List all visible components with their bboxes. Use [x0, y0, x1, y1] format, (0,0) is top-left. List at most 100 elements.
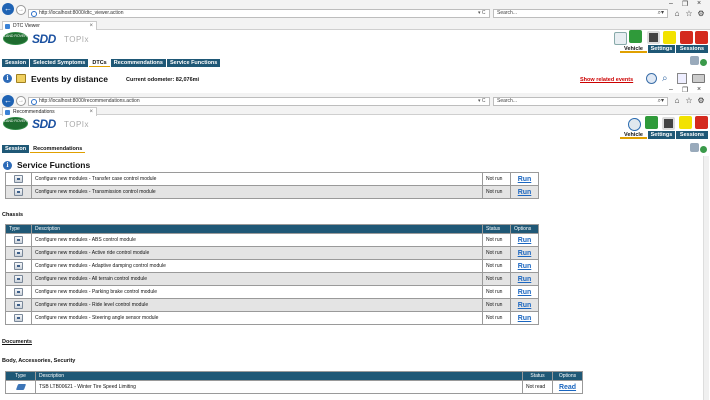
print-icon[interactable]	[690, 56, 699, 65]
info-icon: i	[3, 74, 12, 83]
inner-page-icon	[5, 110, 10, 115]
inner-favorites-icon[interactable]: ☆	[684, 96, 694, 105]
menu-session[interactable]: Session	[2, 59, 30, 67]
refresh-icon[interactable]: ▾ C	[478, 10, 486, 16]
inner-sessions-icon[interactable]	[695, 116, 708, 129]
inner-menu-bar: Session Recommendations	[2, 145, 86, 153]
menu-recommendations[interactable]: Recommendations	[110, 59, 166, 67]
outer-menu-bar: Session Selected Symptoms DTCs Recommend…	[2, 59, 221, 67]
inner-back-button[interactable]: ←	[2, 95, 14, 107]
run-button[interactable]: Run	[518, 250, 532, 257]
feed-icon[interactable]	[680, 31, 693, 44]
module-icon	[14, 188, 23, 196]
module-icon	[14, 262, 23, 270]
inner-home-icon[interactable]: ⌂	[672, 96, 682, 105]
search-magnifier-icon[interactable]: ⌕	[662, 73, 668, 84]
table-row: Configure new modules - Steering angle s…	[5, 311, 539, 325]
inner-land-rover-logo: LAND ROVER	[3, 117, 28, 130]
forward-button[interactable]: →	[16, 5, 26, 15]
inner-vehicle-button[interactable]: Vehicle	[620, 131, 647, 139]
module-icon	[14, 301, 23, 309]
inner-close-tab-icon[interactable]: ×	[89, 108, 93, 116]
close-tab-icon[interactable]: ×	[89, 22, 93, 30]
run-button[interactable]: Run	[518, 237, 532, 244]
folder-icon	[16, 74, 26, 83]
table-row: Configure new modules - All terrain cont…	[5, 272, 539, 286]
read-button[interactable]: Read	[559, 384, 576, 391]
inner-sessions-button[interactable]: Sessions	[676, 131, 708, 139]
sessions-button[interactable]: Sessions	[676, 45, 708, 53]
inner-notes-icon[interactable]	[679, 116, 692, 129]
module-icon	[14, 249, 23, 257]
inner-search-input[interactable]: Search... ⌕▾	[493, 97, 668, 106]
inner-restore-icon[interactable]: ❐	[680, 86, 690, 94]
favorites-icon[interactable]: ☆	[684, 9, 694, 18]
minimize-icon[interactable]: –	[666, 0, 676, 7]
run-button[interactable]: Run	[518, 302, 532, 309]
module-icon	[14, 275, 23, 283]
inner-tools-gear-icon[interactable]: ⚙	[696, 96, 706, 105]
list-icon[interactable]	[677, 73, 687, 84]
body-accessories-heading: Body, Accessories, Security	[2, 358, 76, 364]
run-button[interactable]: Run	[518, 315, 532, 322]
inner-window-close-icon[interactable]: ×	[694, 86, 704, 93]
table-row: Configure new modules - ABS control modu…	[5, 233, 539, 247]
restore-icon[interactable]: ❐	[680, 0, 690, 8]
inner-sdd-logo: SDD	[32, 117, 56, 131]
table-row: Configure new modules - Adaptive damping…	[5, 259, 539, 273]
odometer-text: Current odometer: 82,076mi	[126, 77, 200, 83]
search-icon[interactable]: ⌕▾	[658, 10, 664, 17]
inner-refresh-icon[interactable]: ▾ C	[478, 98, 486, 104]
calendar-icon[interactable]	[647, 31, 660, 44]
menu-dtcs[interactable]: DTCs	[89, 59, 110, 67]
help-icon[interactable]	[700, 59, 707, 66]
table-row: Configure new modules - Transmission con…	[5, 185, 539, 199]
run-button[interactable]: Run	[518, 276, 532, 283]
top-functions-table: Configure new modules - Transfer case co…	[5, 172, 539, 199]
back-button[interactable]: ←	[2, 3, 14, 15]
printer-icon[interactable]	[692, 74, 705, 83]
window-close-icon[interactable]: ×	[694, 0, 704, 7]
scrollbar[interactable]	[703, 156, 709, 400]
chassis-table: Type Description Status Options Configur…	[5, 224, 539, 325]
page-icon	[5, 24, 10, 29]
connection-icon[interactable]	[629, 30, 642, 43]
inner-topix-label: TOPIx	[64, 120, 90, 129]
vehicle-button[interactable]: Vehicle	[620, 45, 647, 53]
inner-forward-button[interactable]: →	[16, 96, 26, 106]
documents-heading: Documents	[2, 339, 32, 345]
inner-menu-session[interactable]: Session	[2, 145, 30, 153]
show-related-events-link[interactable]: Show related events	[580, 77, 633, 83]
inner-search-icon[interactable]: ⌕▾	[658, 98, 664, 105]
inner-tab[interactable]: Recommendations ×	[2, 107, 97, 116]
run-button[interactable]: Run	[518, 189, 532, 196]
inner-address-bar[interactable]: http://localhost:8000/recommendations.ac…	[28, 97, 490, 106]
document-icon	[16, 383, 26, 391]
sessions-icon[interactable]	[695, 31, 708, 44]
inner-settings-button[interactable]: Settings	[648, 131, 675, 139]
inner-print-icon[interactable]	[690, 143, 699, 152]
inner-calendar-icon[interactable]	[662, 117, 675, 130]
inner-gears-icon[interactable]	[628, 118, 641, 131]
module-icon	[14, 288, 23, 296]
outer-search-input[interactable]: Search... ⌕▾	[493, 9, 668, 18]
table-header: Type Description Status Options	[5, 224, 539, 234]
vehicle-icon[interactable]	[614, 32, 627, 45]
settings-button[interactable]: Settings	[648, 45, 675, 53]
outer-address-bar[interactable]: http://localhost:8000/dtc_viewer.action	[28, 9, 490, 18]
run-button[interactable]: Run	[518, 289, 532, 296]
menu-service-functions[interactable]: Service Functions	[166, 59, 221, 67]
menu-selected-symptoms[interactable]: Selected Symptoms	[30, 59, 89, 67]
tools-gear-icon[interactable]: ⚙	[696, 9, 706, 18]
home-icon[interactable]: ⌂	[672, 9, 682, 18]
inner-menu-recommendations[interactable]: Recommendations	[30, 145, 86, 153]
inner-minimize-icon[interactable]: –	[666, 86, 676, 93]
run-button[interactable]: Run	[518, 176, 532, 183]
inner-help-icon[interactable]	[700, 146, 707, 153]
notes-icon[interactable]	[663, 31, 676, 44]
inner-connection-icon[interactable]	[645, 116, 658, 129]
table-row: TSB LTB00621 - Winter Tire Speed Limitin…	[5, 380, 583, 394]
clock-icon[interactable]	[646, 73, 657, 84]
outer-tab[interactable]: DTC Viewer ×	[2, 21, 97, 30]
run-button[interactable]: Run	[518, 263, 532, 270]
